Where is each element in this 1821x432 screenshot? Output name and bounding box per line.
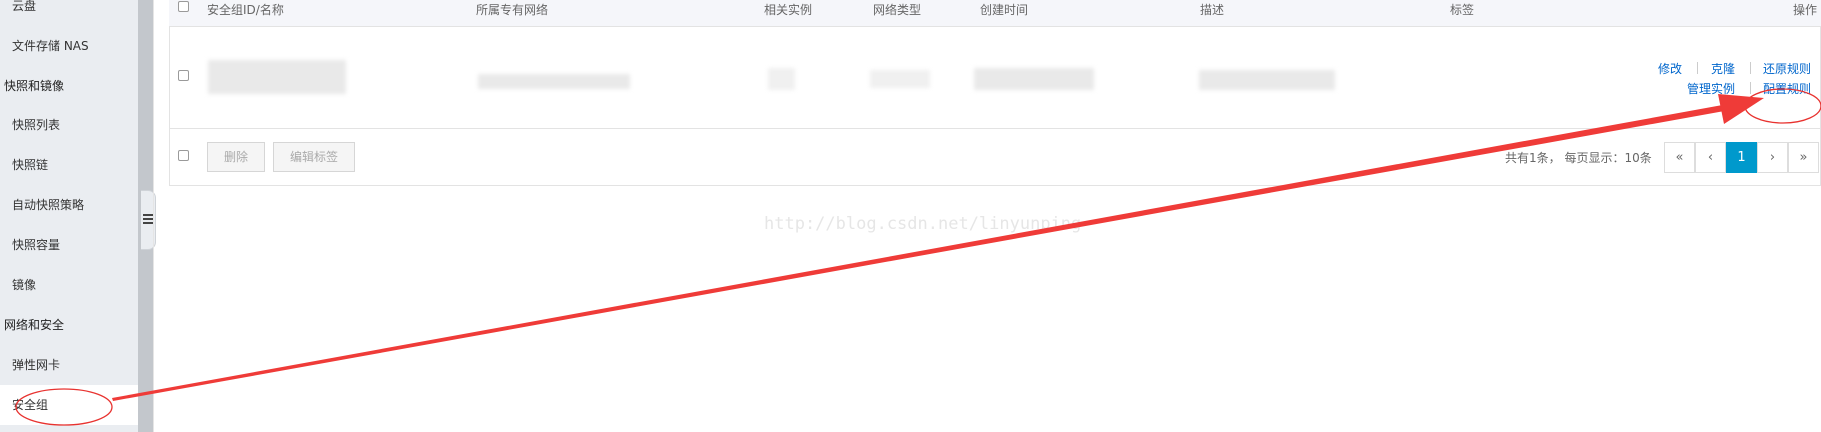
sidebar-group-snapshots-images[interactable]: 快照和镜像 [0,66,138,106]
sidebar-nav: 云盘 文件存储 NAS 快照和镜像 快照列表 快照链 自动快照策略 快照容量 镜… [0,0,139,432]
sidebar-item-eni[interactable]: 弹性网卡 [0,345,138,385]
column-header-tags: 标签 [1450,3,1475,17]
redacted-id-name [208,60,346,94]
redacted-vpc [478,74,630,89]
pager-page-1[interactable]: 1 [1726,142,1757,173]
sidebar-item-label: 快照列表 [12,118,61,132]
sidebar-item-label: 快照链 [12,158,49,172]
row-checkbox[interactable] [178,70,189,81]
column-header-vpc: 所属专有网络 [476,3,549,17]
action-separator [1750,82,1751,94]
column-header-description: 描述 [1200,3,1225,17]
sidebar-group-label: 快照和镜像 [4,79,65,93]
column-header-created: 创建时间 [980,3,1029,17]
edit-tags-button[interactable]: 编辑标签 [273,142,355,172]
restore-rules-link[interactable]: 还原规则 [1763,60,1811,77]
column-header-instances: 相关实例 [764,3,813,17]
pager-last-button[interactable]: » [1788,142,1819,173]
redacted-created [974,68,1094,90]
watermark-text: http://blog.csdn.net/linyunping [764,214,1082,234]
sidebar-item-cloud-disk[interactable]: 云盘 [0,0,138,26]
column-header-id-name: 安全组ID/名称 [207,3,284,17]
menu-icon [143,214,153,226]
sidebar-item-label: 安全组 [12,398,49,412]
sidebar-item-images[interactable]: 镜像 [0,265,138,305]
redacted-description [1199,70,1335,90]
sidebar-item-snapshot-list[interactable]: 快照列表 [0,105,138,145]
content-divider [153,0,154,432]
modify-link[interactable]: 修改 [1658,60,1682,77]
action-separator [1697,62,1698,74]
sidebar-group-label: 网络和安全 [4,318,65,332]
footer-select-all-checkbox[interactable] [178,150,189,161]
manage-instances-link[interactable]: 管理实例 [1687,80,1735,97]
delete-button[interactable]: 删除 [207,142,265,172]
pager-first-button[interactable]: « [1664,142,1695,173]
select-all-checkbox[interactable] [178,1,189,12]
sidebar-item-label: 弹性网卡 [12,358,61,372]
pager-prev-button[interactable]: ‹ [1695,142,1726,173]
configure-rules-link[interactable]: 配置规则 [1763,80,1811,97]
sidebar-item-label: 云盘 [12,0,37,13]
sidebar-item-snapshot-chain[interactable]: 快照链 [0,145,138,185]
sidebar-item-security-group[interactable]: 安全组 [0,385,138,425]
pagination-summary: 共有1条， 每页显示：10条 [1505,151,1652,165]
sidebar-item-label: 自动快照策略 [12,198,85,212]
table-header: 安全组ID/名称 所属专有网络 相关实例 网络类型 创建时间 描述 标签 操作 [169,0,1821,27]
sidebar-item-nas[interactable]: 文件存储 NAS [0,26,138,66]
redacted-instances [768,68,795,90]
sidebar-item-label: 快照容量 [12,238,61,252]
row-divider [169,128,1821,129]
column-header-actions: 操作 [1793,3,1818,17]
sidebar-item-auto-snapshot-policy[interactable]: 自动快照策略 [0,185,138,225]
sidebar-item-label: 镜像 [12,278,37,292]
redacted-network-type [870,70,930,88]
action-separator [1750,62,1751,74]
column-header-network-type: 网络类型 [873,3,922,17]
sidebar-group-network-security[interactable]: 网络和安全 [0,305,138,345]
sidebar-item-snapshot-capacity[interactable]: 快照容量 [0,225,138,265]
pager-next-button[interactable]: › [1757,142,1788,173]
sidebar-item-label: 文件存储 NAS [12,39,89,53]
clone-link[interactable]: 克隆 [1711,60,1735,77]
